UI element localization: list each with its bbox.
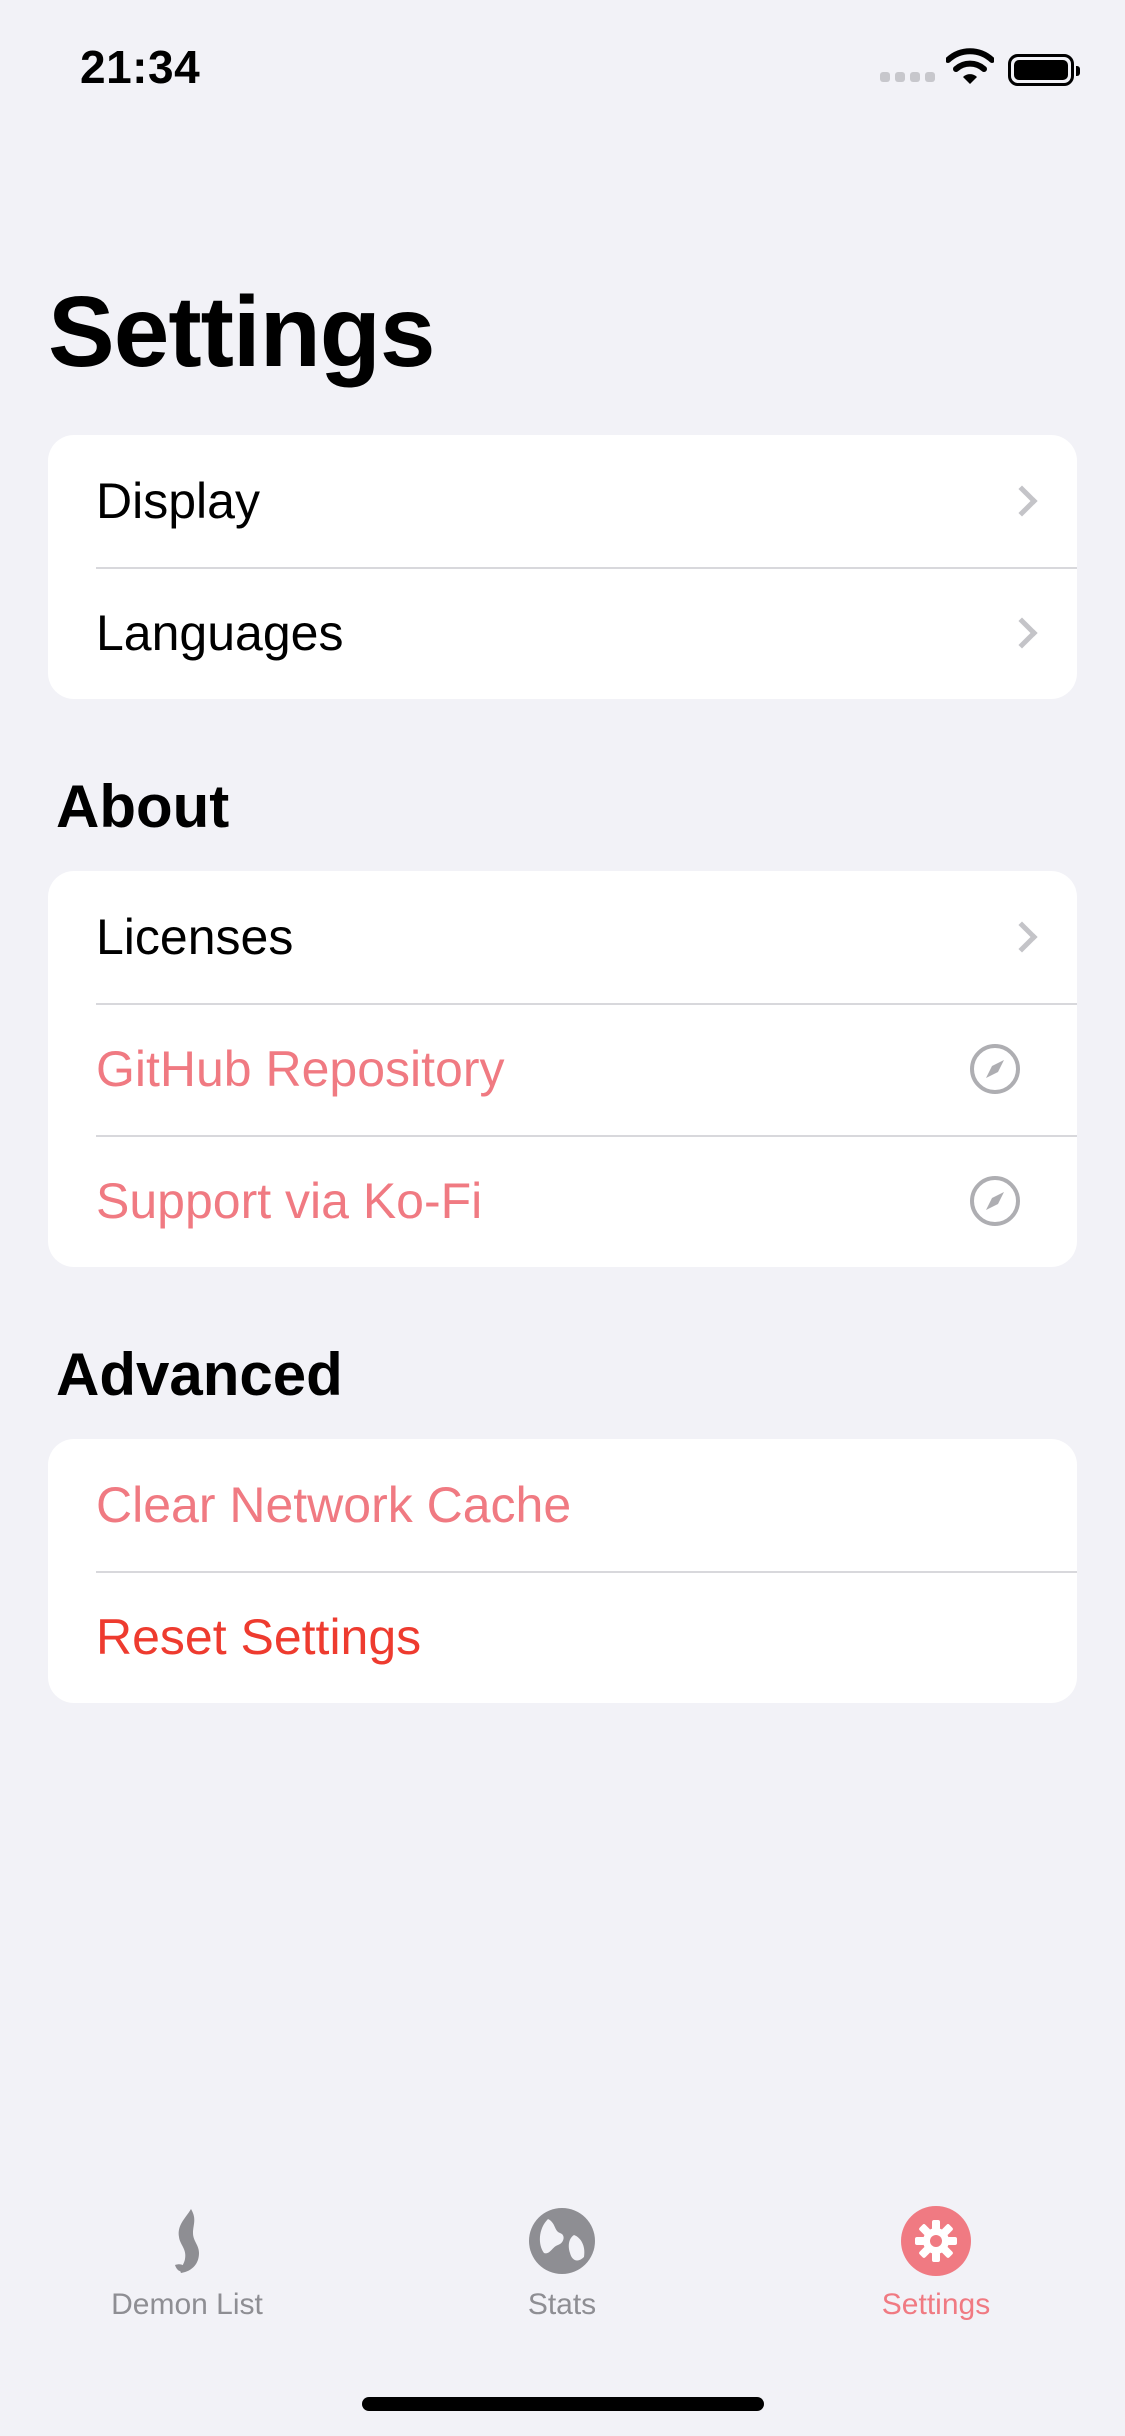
support-kofi-link[interactable]: Support via Ko-Fi <box>48 1135 1077 1267</box>
status-time: 21:34 <box>80 41 201 93</box>
tab-stats[interactable]: Stats <box>412 2205 712 2322</box>
clear-network-cache-label: Clear Network Cache <box>96 1477 572 1533</box>
status-bar: 21:34 <box>0 0 1125 140</box>
reset-settings-label: Reset Settings <box>96 1609 422 1665</box>
reset-settings-button[interactable]: Reset Settings <box>48 1571 1077 1703</box>
gear-icon <box>901 2206 971 2276</box>
about-section-header: About <box>56 773 230 840</box>
support-kofi-label: Support via Ko-Fi <box>96 1173 483 1229</box>
about-group: Licenses GitHub Repository Support via K… <box>48 871 1077 1267</box>
licenses-label: Licenses <box>96 909 294 965</box>
page-title: Settings <box>48 276 435 388</box>
clear-network-cache-button[interactable]: Clear Network Cache <box>48 1439 1077 1571</box>
licenses-row[interactable]: Licenses <box>48 871 1077 1003</box>
cellular-signal-icon <box>880 68 936 82</box>
tab-settings-label: Settings <box>881 2288 991 2321</box>
chevron-right-icon <box>1006 617 1038 649</box>
tab-demon-list[interactable]: Demon List <box>37 2205 337 2322</box>
display-label: Display <box>96 473 260 529</box>
chevron-right-icon <box>1006 921 1038 953</box>
display-row[interactable]: Display <box>48 435 1077 567</box>
globe-icon <box>529 2208 595 2274</box>
tab-settings[interactable]: Settings <box>786 2205 1086 2322</box>
languages-row[interactable]: Languages <box>48 567 1077 699</box>
general-settings-group: Display Languages <box>48 435 1077 699</box>
github-repository-label: GitHub Repository <box>96 1041 505 1097</box>
tab-demon-list-label: Demon List <box>111 2288 263 2321</box>
demon-icon <box>175 2209 199 2273</box>
advanced-group: Clear Network Cache Reset Settings <box>48 1439 1077 1703</box>
tab-stats-label: Stats <box>527 2288 597 2321</box>
chevron-right-icon <box>1006 485 1038 517</box>
compass-icon <box>970 1176 1020 1226</box>
wifi-icon <box>946 48 994 84</box>
languages-label: Languages <box>96 605 344 661</box>
github-repository-link[interactable]: GitHub Repository <box>48 1003 1077 1135</box>
home-indicator[interactable] <box>362 2397 764 2411</box>
advanced-section-header: Advanced <box>56 1341 343 1408</box>
compass-icon <box>970 1044 1020 1094</box>
battery-icon <box>1008 54 1080 86</box>
